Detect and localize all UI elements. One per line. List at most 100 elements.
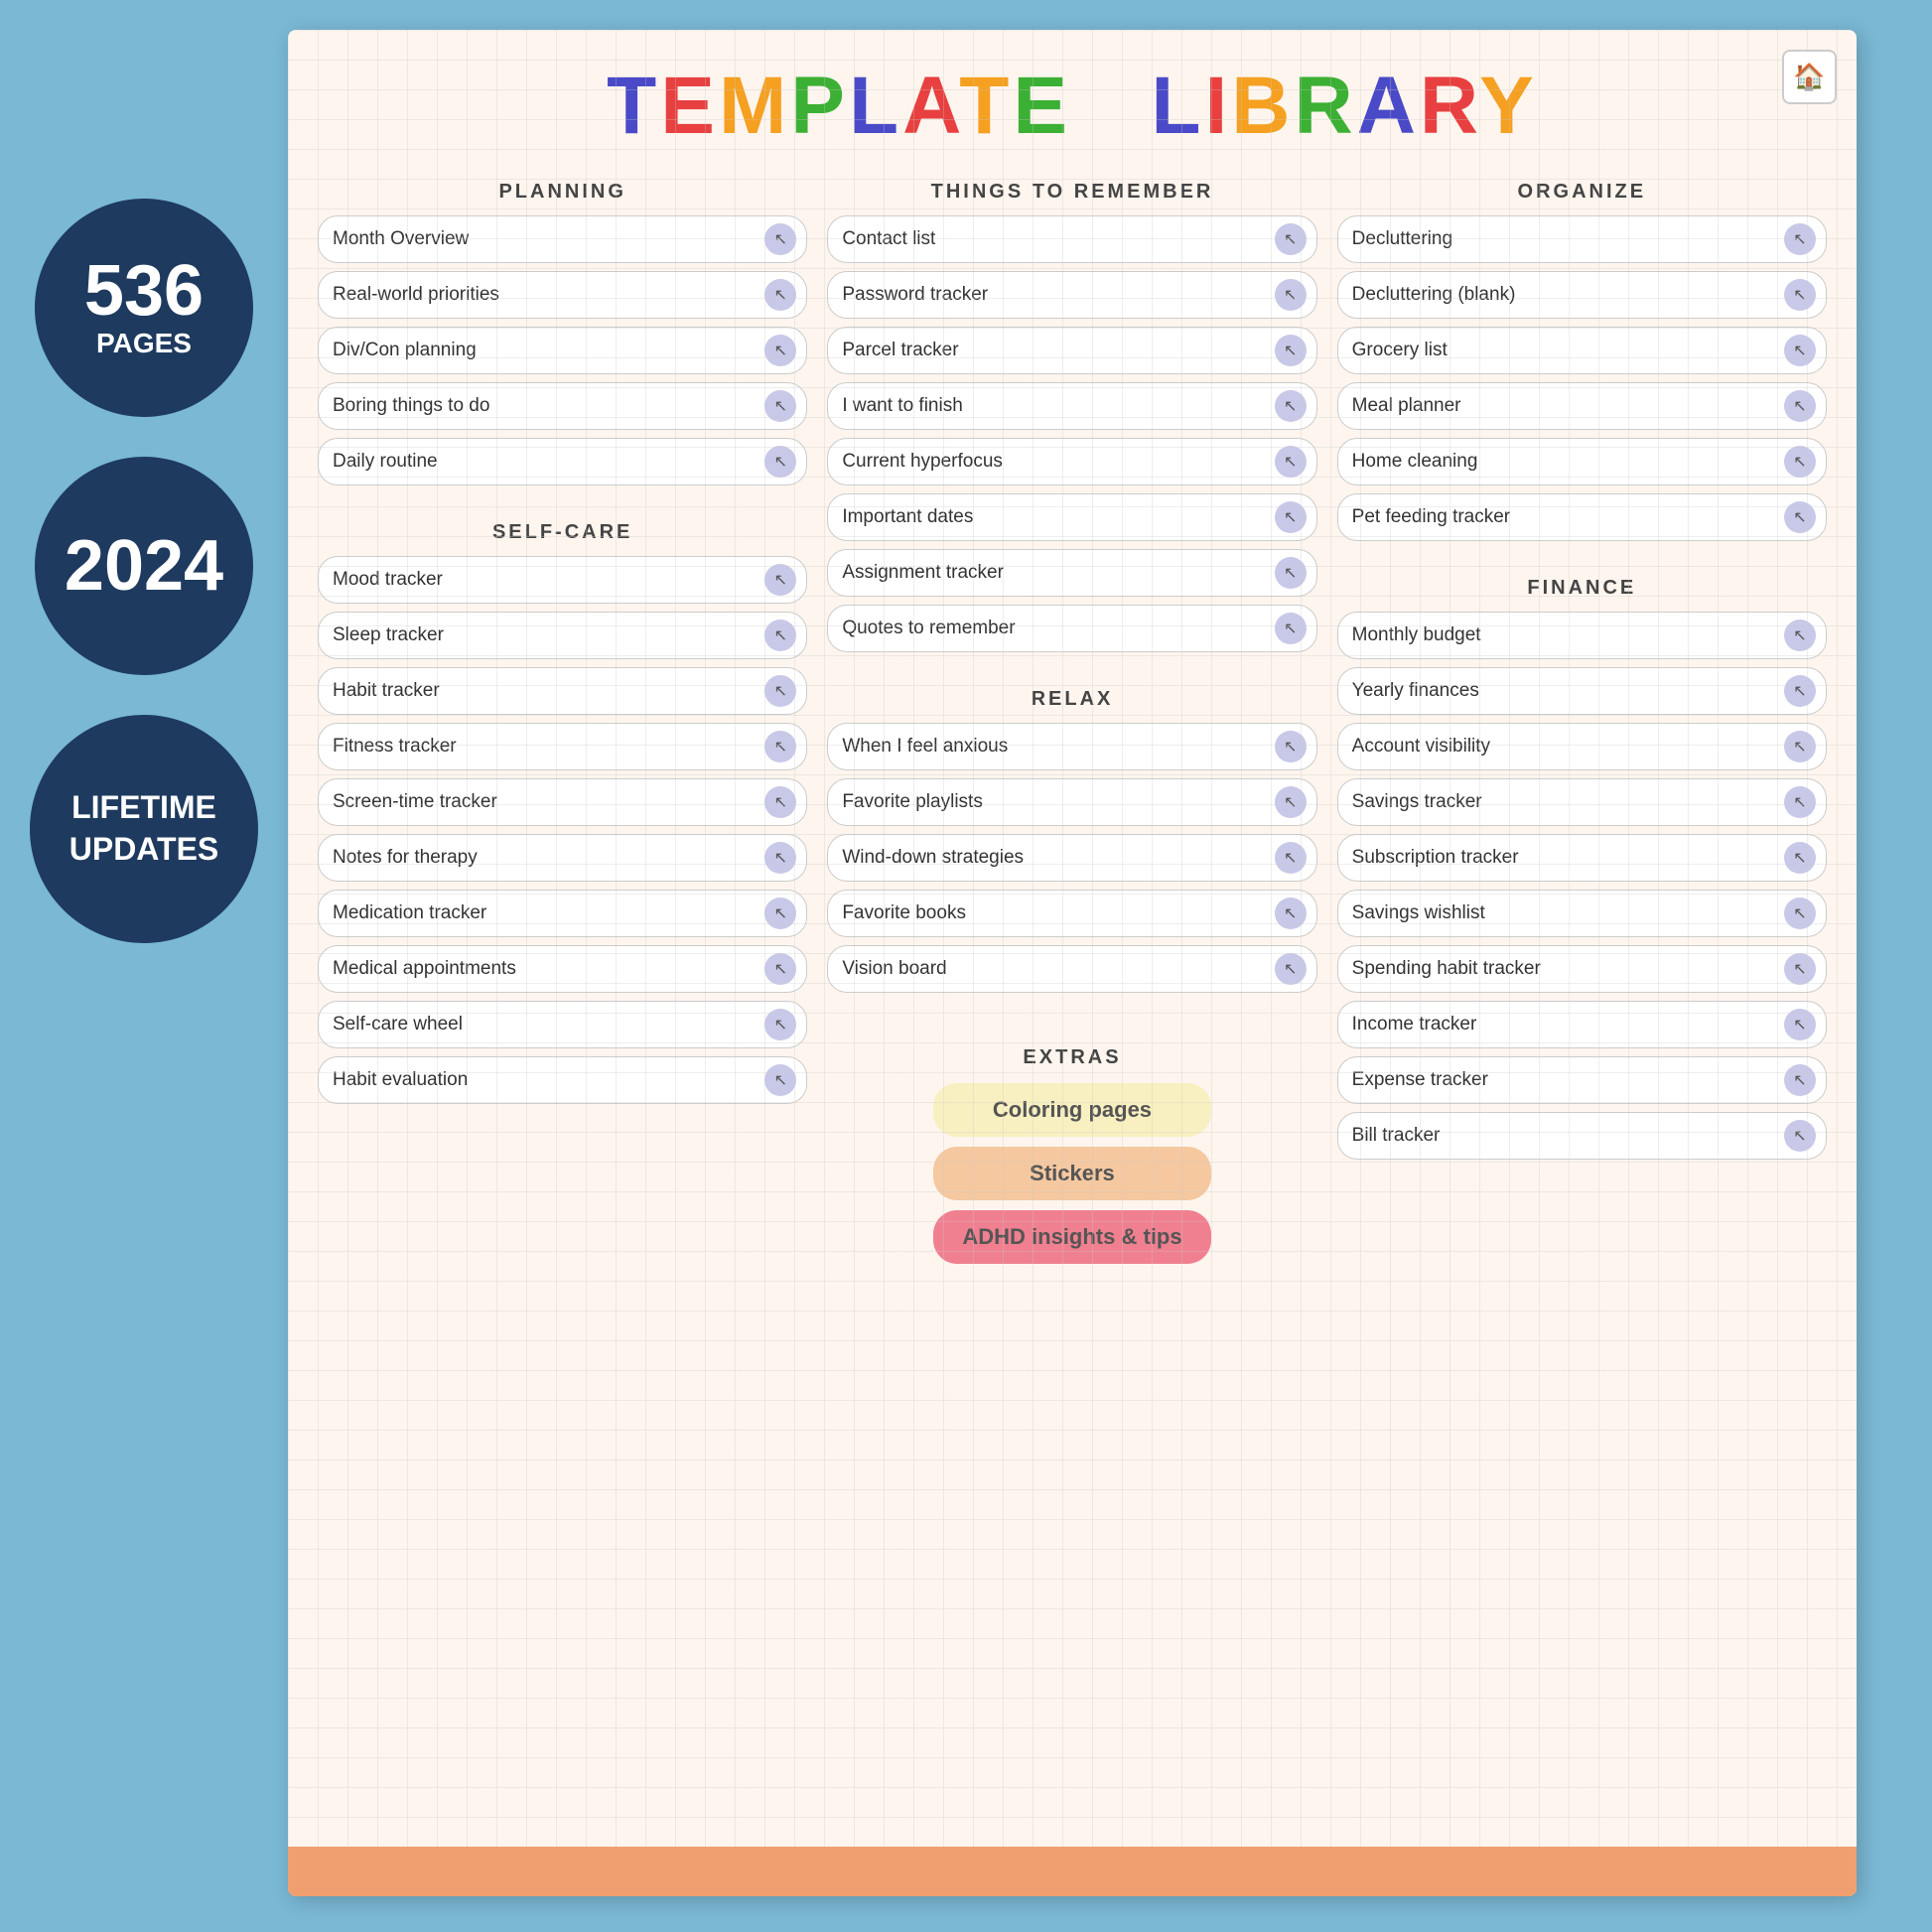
- list-item[interactable]: Current hyperfocus ↖: [827, 438, 1316, 485]
- cursor-icon: ↖: [1275, 446, 1307, 478]
- home-button[interactable]: 🏠: [1782, 50, 1837, 104]
- list-item[interactable]: Parcel tracker ↖: [827, 327, 1316, 374]
- list-item[interactable]: Habit evaluation ↖: [318, 1056, 807, 1104]
- cursor-icon: ↖: [764, 731, 796, 762]
- cursor-icon: ↖: [1784, 501, 1816, 533]
- list-item[interactable]: Important dates ↖: [827, 493, 1316, 541]
- left-badges: 536 PAGES 2024 LIFETIMEUPDATES: [30, 199, 258, 943]
- cursor-icon: ↖: [764, 842, 796, 874]
- column-middle: THINGS TO REMEMBER Contact list ↖ Passwo…: [827, 173, 1316, 1274]
- list-item[interactable]: Expense tracker ↖: [1337, 1056, 1827, 1104]
- bottom-bar: [288, 1847, 1857, 1896]
- cursor-icon: ↖: [1784, 675, 1816, 707]
- cursor-icon: ↖: [1784, 786, 1816, 818]
- extras-section: EXTRAS Coloring pages Stickers ADHD insi…: [827, 1046, 1316, 1274]
- list-item[interactable]: Bill tracker ↖: [1337, 1112, 1827, 1160]
- cursor-icon: ↖: [764, 446, 796, 478]
- list-item[interactable]: Favorite playlists ↖: [827, 778, 1316, 826]
- cursor-icon: ↖: [1275, 613, 1307, 644]
- updates-badge: LIFETIMEUPDATES: [30, 715, 258, 943]
- list-item[interactable]: Pet feeding tracker ↖: [1337, 493, 1827, 541]
- list-item[interactable]: Vision board ↖: [827, 945, 1316, 993]
- cursor-icon: ↖: [1784, 953, 1816, 985]
- stickers-button[interactable]: Stickers: [933, 1147, 1211, 1200]
- list-item[interactable]: Subscription tracker ↖: [1337, 834, 1827, 882]
- cursor-icon: ↖: [1275, 897, 1307, 929]
- main-columns: PLANNING Month Overview ↖ Real-world pri…: [288, 163, 1857, 1284]
- cursor-icon: ↖: [764, 335, 796, 366]
- things-header: THINGS TO REMEMBER: [827, 181, 1316, 204]
- cursor-icon: ↖: [1784, 731, 1816, 762]
- page-container: 536 PAGES 2024 LIFETIMEUPDATES 🏠 TEMPLAT…: [0, 0, 1932, 1932]
- list-item[interactable]: Grocery list ↖: [1337, 327, 1827, 374]
- cursor-icon: ↖: [764, 279, 796, 311]
- list-item[interactable]: Password tracker ↖: [827, 271, 1316, 319]
- cursor-icon: ↖: [1275, 501, 1307, 533]
- list-item[interactable]: Notes for therapy ↖: [318, 834, 807, 882]
- cursor-icon: ↖: [1784, 1009, 1816, 1040]
- list-item[interactable]: I want to finish ↖: [827, 382, 1316, 430]
- pages-number: 536: [84, 255, 204, 327]
- list-item[interactable]: Assignment tracker ↖: [827, 549, 1316, 597]
- cursor-icon: ↖: [1275, 557, 1307, 589]
- cursor-icon: ↖: [1275, 842, 1307, 874]
- list-item[interactable]: Div/Con planning ↖: [318, 327, 807, 374]
- list-item[interactable]: Decluttering (blank) ↖: [1337, 271, 1827, 319]
- column-left: PLANNING Month Overview ↖ Real-world pri…: [318, 173, 807, 1274]
- list-item[interactable]: Fitness tracker ↖: [318, 723, 807, 770]
- cursor-icon: ↖: [1275, 731, 1307, 762]
- adhd-button[interactable]: ADHD insights & tips: [933, 1210, 1211, 1264]
- cursor-icon: ↖: [1784, 897, 1816, 929]
- cursor-icon: ↖: [764, 897, 796, 929]
- list-item[interactable]: Boring things to do ↖: [318, 382, 807, 430]
- cursor-icon: ↖: [764, 620, 796, 651]
- cursor-icon: ↖: [1784, 390, 1816, 422]
- cursor-icon: ↖: [764, 1064, 796, 1096]
- list-item[interactable]: Favorite books ↖: [827, 890, 1316, 937]
- list-item[interactable]: Spending habit tracker ↖: [1337, 945, 1827, 993]
- cursor-icon: ↖: [1784, 335, 1816, 366]
- list-item[interactable]: Medical appointments ↖: [318, 945, 807, 993]
- list-item[interactable]: Home cleaning ↖: [1337, 438, 1827, 485]
- coloring-pages-button[interactable]: Coloring pages: [933, 1083, 1211, 1137]
- cursor-icon: ↖: [1275, 223, 1307, 255]
- list-item[interactable]: Medication tracker ↖: [318, 890, 807, 937]
- list-item[interactable]: When I feel anxious ↖: [827, 723, 1316, 770]
- cursor-icon: ↖: [1275, 279, 1307, 311]
- document: 🏠 TEMPLATE LIBRARY PLANNING Month Overvi…: [288, 30, 1857, 1896]
- list-item[interactable]: Daily routine ↖: [318, 438, 807, 485]
- list-item[interactable]: Yearly finances ↖: [1337, 667, 1827, 715]
- list-item[interactable]: Real-world priorities ↖: [318, 271, 807, 319]
- list-item[interactable]: Account visibility ↖: [1337, 723, 1827, 770]
- relax-header: RELAX: [827, 688, 1316, 711]
- list-item[interactable]: Self-care wheel ↖: [318, 1001, 807, 1048]
- year-number: 2024: [65, 530, 223, 602]
- cursor-icon: ↖: [1275, 390, 1307, 422]
- list-item[interactable]: Mood tracker ↖: [318, 556, 807, 604]
- cursor-icon: ↖: [764, 564, 796, 596]
- pages-label: PAGES: [96, 327, 192, 360]
- cursor-icon: ↖: [764, 786, 796, 818]
- list-item[interactable]: Savings tracker ↖: [1337, 778, 1827, 826]
- list-item[interactable]: Wind-down strategies ↖: [827, 834, 1316, 882]
- list-item[interactable]: Decluttering ↖: [1337, 215, 1827, 263]
- cursor-icon: ↖: [1784, 446, 1816, 478]
- extras-header: EXTRAS: [827, 1046, 1316, 1069]
- list-item[interactable]: Savings wishlist ↖: [1337, 890, 1827, 937]
- list-item[interactable]: Contact list ↖: [827, 215, 1316, 263]
- list-item[interactable]: Month Overview ↖: [318, 215, 807, 263]
- list-item[interactable]: Quotes to remember ↖: [827, 605, 1316, 652]
- list-item[interactable]: Meal planner ↖: [1337, 382, 1827, 430]
- list-item[interactable]: Sleep tracker ↖: [318, 612, 807, 659]
- list-item[interactable]: Habit tracker ↖: [318, 667, 807, 715]
- cursor-icon: ↖: [1275, 335, 1307, 366]
- list-item[interactable]: Income tracker ↖: [1337, 1001, 1827, 1048]
- planning-header: PLANNING: [318, 181, 807, 204]
- year-badge: 2024: [35, 457, 253, 675]
- list-item[interactable]: Monthly budget ↖: [1337, 612, 1827, 659]
- cursor-icon: ↖: [764, 1009, 796, 1040]
- updates-label: LIFETIMEUPDATES: [69, 787, 219, 870]
- cursor-icon: ↖: [1784, 620, 1816, 651]
- list-item[interactable]: Screen-time tracker ↖: [318, 778, 807, 826]
- finance-header: FINANCE: [1337, 577, 1827, 600]
